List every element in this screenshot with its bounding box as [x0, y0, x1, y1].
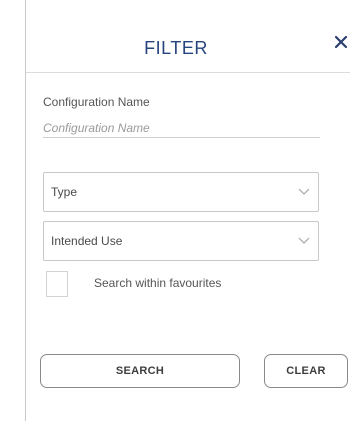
filter-panel: FILTER Configuration Name Type Intended … [25, 0, 359, 421]
clear-button[interactable]: CLEAR [264, 354, 348, 388]
title-divider [26, 72, 350, 73]
configuration-name-input[interactable] [43, 118, 320, 138]
chevron-down-icon [298, 188, 310, 196]
favourites-checkbox-label: Search within favourites [94, 276, 222, 290]
type-select-label: Type [51, 185, 78, 199]
search-button[interactable]: SEARCH [40, 354, 240, 388]
chevron-down-icon [298, 237, 310, 245]
configuration-name-label: Configuration Name [43, 95, 150, 109]
intended-use-select-label: Intended Use [51, 234, 123, 248]
intended-use-select[interactable]: Intended Use [43, 221, 319, 261]
close-icon[interactable] [330, 31, 352, 53]
favourites-checkbox[interactable] [46, 271, 68, 297]
panel-title: FILTER [144, 38, 208, 58]
type-select[interactable]: Type [43, 172, 319, 212]
